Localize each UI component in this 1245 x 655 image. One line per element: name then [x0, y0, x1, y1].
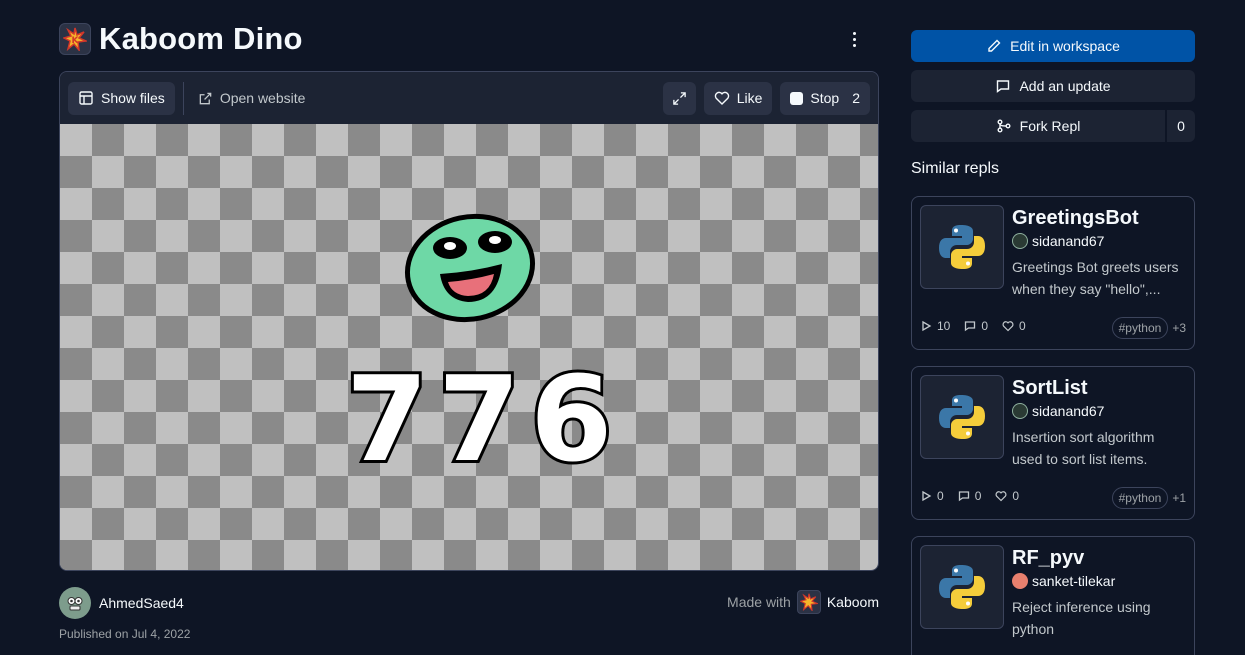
- card-description: Greetings Bot greets users when they say…: [1012, 259, 1179, 297]
- card-title: GreetingsBot: [1012, 207, 1139, 229]
- card-user: sanket-tilekar: [1012, 573, 1115, 589]
- edit-in-workspace-button[interactable]: Edit in workspace: [911, 30, 1195, 62]
- heart-icon: [1002, 321, 1014, 332]
- made-with-label: Made with: [727, 594, 791, 610]
- add-update-button[interactable]: Add an update: [911, 70, 1195, 102]
- card-user: sidanand67: [1012, 233, 1104, 249]
- play-icon: [922, 490, 932, 502]
- comment-icon: [997, 80, 1010, 93]
- repl-header: K Kaboom Dino: [59, 21, 879, 56]
- card-stats: 10 0 0: [920, 319, 1026, 333]
- likes-stat: 0: [995, 489, 1019, 503]
- card-title: RF_pyv: [1012, 547, 1085, 569]
- repl-player: Show files Open website Like Stop 2 776: [59, 71, 879, 571]
- author-name: AhmedSaed4: [99, 595, 184, 611]
- open-website-link[interactable]: Open website: [192, 82, 312, 115]
- comments-count: 0: [974, 489, 982, 503]
- external-link-icon: [199, 92, 212, 104]
- card-title: SortList: [1012, 377, 1088, 399]
- card-tags: #python +1: [1111, 487, 1186, 509]
- svg-text:K: K: [72, 36, 80, 46]
- runs-count: 0: [937, 489, 944, 503]
- pencil-icon: [988, 39, 1001, 52]
- card-username: sidanand67: [1032, 233, 1105, 249]
- made-with[interactable]: Made with Kaboom: [727, 590, 879, 614]
- user-avatar: [1012, 403, 1028, 419]
- user-avatar: [1012, 573, 1028, 589]
- heart-icon: [995, 491, 1007, 502]
- fork-icon: [997, 119, 1011, 133]
- show-files-label: Show files: [101, 90, 165, 106]
- card-username: sanket-tilekar: [1032, 573, 1116, 589]
- python-logo-icon: [920, 375, 1004, 459]
- fork-count: 0: [1167, 110, 1195, 142]
- author-link[interactable]: AhmedSaed4: [59, 587, 184, 619]
- play-icon: [922, 320, 932, 332]
- more-tags: +1: [1172, 491, 1186, 505]
- card-description: Insertion sort algorithm used to sort li…: [1012, 429, 1155, 467]
- likes-stat: 0: [1002, 319, 1026, 333]
- card-username: sidanand67: [1032, 403, 1105, 419]
- user-avatar: [1012, 233, 1028, 249]
- card-stats: 0 0 0: [920, 489, 1019, 503]
- comment-icon: [958, 491, 969, 502]
- fork-label: Fork Repl: [1019, 118, 1081, 134]
- published-date: Published on Jul 4, 2022: [59, 627, 191, 641]
- fork-repl-button[interactable]: Fork Repl: [911, 110, 1165, 142]
- fullscreen-button[interactable]: [662, 81, 696, 115]
- comments-stat: 0: [964, 319, 988, 333]
- like-label: Like: [736, 90, 763, 106]
- stop-icon: [790, 91, 804, 105]
- similar-card-greetingsbot[interactable]: GreetingsBot sidanand67 Greetings Bot gr…: [911, 196, 1195, 350]
- avatar: [59, 587, 91, 619]
- similar-card-rf-pyv[interactable]: RF_pyv sanket-tilekar Reject inference u…: [911, 536, 1195, 655]
- smiley-sprite: [404, 213, 536, 323]
- runs-count: 10: [937, 319, 951, 333]
- similar-heading: Similar repls: [911, 160, 1000, 177]
- python-logo-icon: [920, 205, 1004, 289]
- toolbar-divider: [182, 81, 184, 115]
- update-label: Add an update: [1019, 78, 1111, 94]
- likes-count: 0: [1012, 489, 1020, 503]
- card-user: sidanand67: [1012, 403, 1104, 419]
- open-website-label: Open website: [219, 90, 306, 106]
- kaboom-logo-icon: K: [59, 23, 91, 55]
- fork-row: Fork Repl 0: [911, 110, 1195, 142]
- card-tags: #python +3: [1111, 317, 1186, 339]
- game-canvas[interactable]: 776: [60, 124, 878, 570]
- expand-icon: [672, 91, 686, 105]
- comments-count: 0: [981, 319, 989, 333]
- card-description: Reject inference using python: [1012, 599, 1151, 637]
- stop-button[interactable]: Stop 2: [780, 81, 870, 115]
- runs-stat: 10: [920, 319, 950, 333]
- python-logo-icon: [920, 545, 1004, 629]
- tag-python[interactable]: #python: [1111, 487, 1169, 509]
- kaboom-small-icon: [796, 590, 821, 614]
- stop-label: Stop: [810, 90, 840, 106]
- comment-icon: [965, 321, 976, 332]
- runs-stat: 0: [920, 489, 944, 503]
- similar-card-sortlist[interactable]: SortList sidanand67 Insertion sort algor…: [911, 366, 1195, 520]
- comments-stat: 0: [958, 489, 982, 503]
- like-button[interactable]: Like: [703, 81, 773, 115]
- made-with-brand: Kaboom: [826, 594, 879, 610]
- files-icon: [79, 91, 93, 105]
- more-tags: +3: [1172, 321, 1186, 335]
- score-display: 776: [343, 350, 623, 488]
- edit-label: Edit in workspace: [1010, 38, 1120, 54]
- page-title: Kaboom Dino: [99, 21, 303, 56]
- heart-icon: [714, 91, 729, 105]
- tag-python[interactable]: #python: [1111, 317, 1169, 339]
- player-toolbar: Show files Open website Like Stop 2: [60, 72, 878, 124]
- sidebar: Edit in workspace Add an update Fork Rep…: [911, 30, 1195, 196]
- likes-count: 0: [1019, 319, 1026, 333]
- stop-count: 2: [852, 90, 860, 106]
- show-files-button[interactable]: Show files: [68, 81, 175, 115]
- more-options-icon[interactable]: [843, 28, 865, 50]
